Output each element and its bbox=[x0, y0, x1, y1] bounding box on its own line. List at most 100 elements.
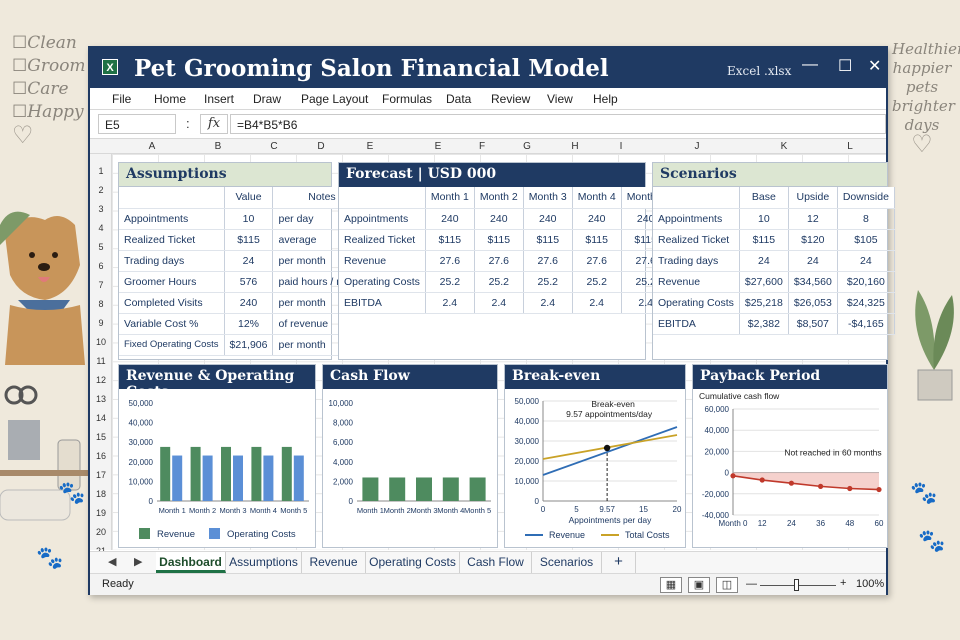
column-header[interactable]: J bbox=[695, 141, 700, 152]
value-cell[interactable]: $21,906 bbox=[224, 334, 274, 356]
value-cell[interactable]: $20,160 bbox=[837, 271, 895, 293]
label-cell[interactable]: Fixed Operating Costs bbox=[119, 334, 225, 356]
zoom-slider-thumb[interactable] bbox=[794, 579, 799, 591]
page-break-view-icon[interactable]: ◫ bbox=[716, 577, 738, 593]
column-header[interactable]: E bbox=[435, 141, 442, 152]
row-header[interactable]: 7 bbox=[90, 280, 112, 290]
value-cell[interactable]: $115 bbox=[572, 229, 622, 251]
page-layout-view-icon[interactable]: ▣ bbox=[688, 577, 710, 593]
label-cell[interactable]: Appointments bbox=[119, 208, 225, 230]
maximize-button[interactable]: ☐ bbox=[838, 56, 852, 76]
value-cell[interactable]: 25.2 bbox=[572, 271, 622, 293]
value-cell[interactable]: $8,507 bbox=[788, 313, 838, 335]
label-cell[interactable]: Revenue bbox=[339, 250, 426, 272]
value-cell[interactable]: 240 bbox=[523, 208, 573, 230]
column-header[interactable]: H bbox=[571, 141, 578, 152]
value-cell[interactable]: -$4,165 bbox=[837, 313, 895, 335]
tab-cash-flow[interactable]: Cash Flow bbox=[460, 552, 532, 573]
value-cell[interactable]: 10 bbox=[739, 208, 789, 230]
value-cell[interactable]: 24 bbox=[837, 250, 895, 272]
label-cell[interactable]: Realized Ticket bbox=[339, 229, 426, 251]
value-cell[interactable]: $25,218 bbox=[739, 292, 789, 314]
row-header[interactable]: 1 bbox=[90, 166, 112, 176]
row-header[interactable]: 17 bbox=[90, 470, 112, 480]
value-cell[interactable]: 576 bbox=[224, 271, 274, 293]
column-header[interactable]: A bbox=[149, 141, 156, 152]
row-header[interactable]: 2 bbox=[90, 185, 112, 195]
value-cell[interactable]: 240 bbox=[474, 208, 524, 230]
column-header[interactable]: G bbox=[523, 141, 531, 152]
scroll-right-icon[interactable]: ▶ bbox=[134, 555, 142, 568]
label-cell[interactable]: Trading days bbox=[119, 250, 225, 272]
value-cell[interactable]: 27.6 bbox=[425, 250, 475, 272]
tab-scenarios[interactable]: Scenarios bbox=[532, 552, 602, 573]
label-cell[interactable]: Revenue bbox=[653, 271, 740, 293]
value-cell[interactable]: 240 bbox=[425, 208, 475, 230]
zoom-out-button[interactable]: — bbox=[746, 578, 757, 590]
label-cell[interactable]: Appointments bbox=[339, 208, 426, 230]
zoom-level[interactable]: 100% bbox=[856, 578, 884, 590]
name-box[interactable]: E5 bbox=[98, 114, 176, 134]
value-cell[interactable]: 240 bbox=[572, 208, 622, 230]
value-cell[interactable]: 12 bbox=[788, 208, 838, 230]
value-cell[interactable]: 8 bbox=[837, 208, 895, 230]
value-cell[interactable]: 12% bbox=[224, 313, 274, 335]
row-header[interactable]: 20 bbox=[90, 527, 112, 537]
menu-view[interactable]: View bbox=[547, 92, 573, 106]
label-cell[interactable]: Operating Costs bbox=[653, 292, 740, 314]
menu-file[interactable]: File bbox=[112, 92, 131, 106]
row-header[interactable]: 18 bbox=[90, 489, 112, 499]
row-header[interactable]: 3 bbox=[90, 204, 112, 214]
label-cell[interactable]: Operating Costs bbox=[339, 271, 426, 293]
menu-draw[interactable]: Draw bbox=[253, 92, 281, 106]
row-header[interactable]: 10 bbox=[90, 337, 112, 347]
value-cell[interactable]: 2.4 bbox=[572, 292, 622, 314]
row-header[interactable]: 15 bbox=[90, 432, 112, 442]
value-cell[interactable]: 25.2 bbox=[474, 271, 524, 293]
value-cell[interactable]: $115 bbox=[224, 229, 274, 251]
value-cell[interactable]: 25.2 bbox=[425, 271, 475, 293]
tab-operating-costs[interactable]: Operating Costs bbox=[366, 552, 460, 573]
row-header[interactable]: 14 bbox=[90, 413, 112, 423]
value-cell[interactable]: 24 bbox=[788, 250, 838, 272]
menu-data[interactable]: Data bbox=[446, 92, 471, 106]
value-cell[interactable]: 24 bbox=[739, 250, 789, 272]
value-cell[interactable]: 240 bbox=[224, 292, 274, 314]
value-cell[interactable]: 2.4 bbox=[425, 292, 475, 314]
label-cell[interactable]: Appointments bbox=[653, 208, 740, 230]
value-cell[interactable]: 2.4 bbox=[474, 292, 524, 314]
column-header[interactable]: L bbox=[847, 141, 853, 152]
column-header[interactable]: C bbox=[270, 141, 277, 152]
value-cell[interactable]: 27.6 bbox=[523, 250, 573, 272]
formula-input[interactable]: =B4*B5*B6 bbox=[230, 114, 886, 134]
label-cell[interactable]: Completed Visits bbox=[119, 292, 225, 314]
row-header[interactable]: 9 bbox=[90, 318, 112, 328]
value-cell[interactable]: $115 bbox=[739, 229, 789, 251]
value-cell[interactable]: $27,600 bbox=[739, 271, 789, 293]
row-header[interactable]: 13 bbox=[90, 394, 112, 404]
column-header[interactable]: I bbox=[620, 141, 623, 152]
menu-page-layout[interactable]: Page Layout bbox=[301, 92, 368, 106]
value-cell[interactable]: $34,560 bbox=[788, 271, 838, 293]
label-cell[interactable]: Realized Ticket bbox=[119, 229, 225, 251]
value-cell[interactable]: 2.4 bbox=[523, 292, 573, 314]
row-header[interactable]: 6 bbox=[90, 261, 112, 271]
label-cell[interactable]: EBITDA bbox=[339, 292, 426, 314]
row-header[interactable]: 11 bbox=[90, 356, 112, 366]
column-header[interactable]: K bbox=[781, 141, 788, 152]
normal-view-icon[interactable]: ▦ bbox=[660, 577, 682, 593]
column-header[interactable]: F bbox=[479, 141, 485, 152]
value-cell[interactable]: $2,382 bbox=[739, 313, 789, 335]
row-header[interactable]: 12 bbox=[90, 375, 112, 385]
row-header[interactable]: 4 bbox=[90, 223, 112, 233]
value-cell[interactable]: 27.6 bbox=[572, 250, 622, 272]
value-cell[interactable]: $26,053 bbox=[788, 292, 838, 314]
value-cell[interactable]: 24 bbox=[224, 250, 274, 272]
row-header[interactable]: 8 bbox=[90, 299, 112, 309]
value-cell[interactable]: $24,325 bbox=[837, 292, 895, 314]
minimize-button[interactable]: — bbox=[802, 56, 818, 74]
label-cell[interactable]: EBITDA bbox=[653, 313, 740, 335]
label-cell[interactable]: Realized Ticket bbox=[653, 229, 740, 251]
row-header[interactable]: 19 bbox=[90, 508, 112, 518]
tab-dashboard[interactable]: Dashboard bbox=[156, 552, 226, 573]
